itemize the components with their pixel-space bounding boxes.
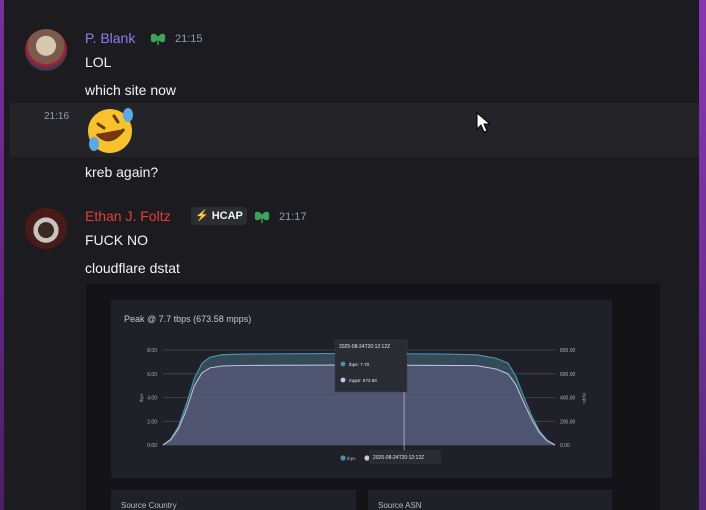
tooltip-tbps: tbps: 7.70 (349, 362, 370, 367)
message-timestamp: 21:16 (44, 111, 70, 122)
left-tick-label: 2.00 (147, 419, 157, 425)
clover-badge-icon[interactable] (253, 208, 271, 224)
traffic-chart: 0.00 2.00 4.00 6.00 8.00 0.00 200.00 400.00 600.… (139, 339, 587, 464)
left-axis-label: tbps (139, 393, 144, 402)
panel-title: Source ASN (378, 501, 422, 510)
tag-badge[interactable]: ⚡ HCAP (191, 207, 247, 225)
bolt-icon: ⚡ (195, 210, 209, 222)
right-tick-label: 600.00 (560, 372, 576, 378)
message-text: FUCK NO (85, 232, 148, 248)
clover-badge-icon[interactable] (149, 30, 167, 46)
avatar[interactable] (25, 29, 67, 71)
left-tick-label: 4.00 (147, 396, 157, 402)
right-tick-label: 800.00 (560, 348, 576, 354)
chat-pane: P. Blank 21:15 LOL which site now 21:16 … (4, 0, 699, 510)
left-tick-label: 6.00 (147, 372, 157, 378)
message-text: which site now (85, 82, 177, 98)
message-text: cloudflare dstat (85, 260, 180, 276)
tag-label: HCAP (211, 210, 243, 222)
tooltip-mpps: mpps: 673.58 (349, 378, 377, 383)
rolling-on-floor-laughing-emoji-icon[interactable] (84, 104, 136, 156)
username-text: Ethan J. Foltz (85, 208, 171, 224)
message-text: kreb again? (85, 164, 159, 180)
left-tick-label: 8.00 (147, 348, 157, 354)
tooltip-tbps-swatch (340, 361, 346, 367)
left-tick-label: 0.00 (147, 443, 157, 449)
message-timestamp: 21:17 (279, 211, 307, 223)
legend-tbps-swatch (340, 455, 346, 461)
message-text: LOL (85, 54, 112, 70)
window-frame-right (699, 0, 706, 510)
right-tick-label: 0.00 (560, 443, 570, 449)
source-country-panel: Source Country (111, 490, 356, 510)
right-tick-label: 200.00 (560, 419, 576, 425)
avatar[interactable] (25, 207, 67, 249)
source-asn-panel: Source ASN (368, 490, 612, 510)
panel-title: Source Country (121, 501, 177, 510)
legend-mpps-swatch (364, 455, 370, 461)
legend-tbps: tbps (347, 456, 356, 461)
mouse-cursor-icon (476, 112, 492, 133)
right-tick-label: 400.00 (560, 396, 576, 402)
username-p-blank[interactable]: P. Blank (85, 30, 135, 46)
tooltip-date: 2025-08-24T20:12:12Z (339, 344, 390, 350)
date-flag: 2025-08-24T20:12:12Z (373, 455, 424, 461)
message-timestamp: 21:15 (175, 33, 203, 45)
tooltip-mpps-swatch (340, 377, 346, 383)
right-axis-label: mpps (582, 392, 587, 404)
username-ethan-j-foltz[interactable]: Ethan J. Foltz (85, 208, 171, 224)
